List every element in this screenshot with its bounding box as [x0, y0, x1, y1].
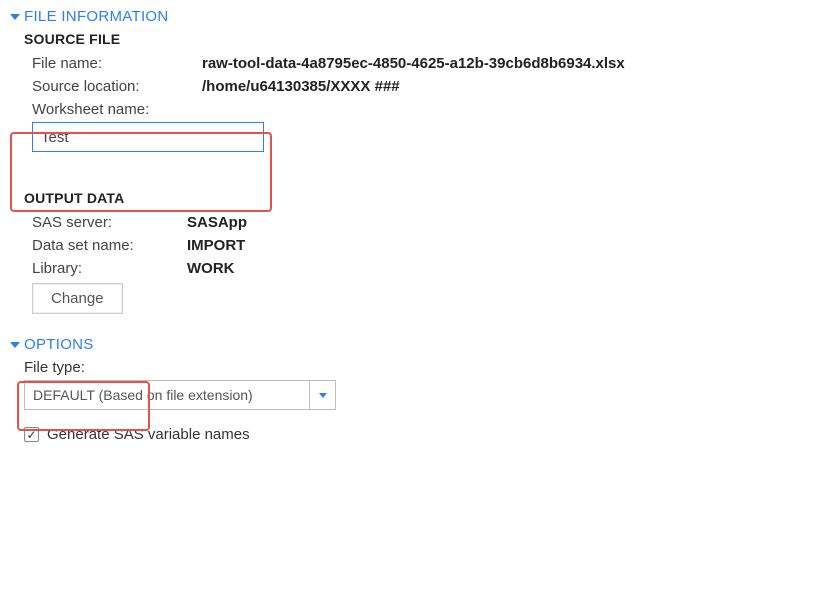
section-title: FILE INFORMATION: [24, 8, 169, 25]
library-row: Library: WORK: [32, 260, 825, 277]
output-data-heading: OUTPUT DATA: [24, 190, 825, 206]
collapse-icon: [10, 14, 20, 20]
worksheet-name-input[interactable]: [32, 122, 264, 152]
file-type-label: File type:: [24, 359, 825, 376]
file-name-value: raw-tool-data-4a8795ec-4850-4625-a12b-39…: [202, 55, 625, 72]
file-name-label: File name:: [32, 55, 202, 72]
section-title: OPTIONS: [24, 336, 94, 353]
library-label: Library:: [32, 260, 187, 277]
file-type-dropdown-button[interactable]: [309, 381, 335, 409]
source-file-heading: SOURCE FILE: [24, 31, 825, 47]
sas-server-value: SASApp: [187, 214, 247, 231]
file-information-header[interactable]: FILE INFORMATION: [10, 8, 825, 25]
dataset-name-label: Data set name:: [32, 237, 187, 254]
check-icon: ✓: [26, 429, 36, 441]
collapse-icon: [10, 342, 20, 348]
library-value: WORK: [187, 260, 235, 277]
sas-server-label: SAS server:: [32, 214, 187, 231]
chevron-down-icon: [319, 393, 327, 398]
sas-server-row: SAS server: SASApp: [32, 214, 825, 231]
generate-names-checkbox[interactable]: ✓: [24, 427, 39, 442]
source-location-row: Source location: /home/u64130385/XXXX ##…: [32, 78, 825, 95]
file-type-combobox[interactable]: DEFAULT (Based on file extension): [24, 380, 336, 410]
dataset-name-value: IMPORT: [187, 237, 245, 254]
worksheet-name-label: Worksheet name:: [32, 101, 825, 118]
source-location-label: Source location:: [32, 78, 202, 95]
worksheet-block: Worksheet name:: [32, 101, 825, 152]
change-button[interactable]: Change: [32, 283, 123, 314]
source-location-value: /home/u64130385/XXXX ###: [202, 78, 400, 95]
options-header[interactable]: OPTIONS: [10, 336, 825, 353]
dataset-name-row: Data set name: IMPORT: [32, 237, 825, 254]
file-type-value: DEFAULT (Based on file extension): [25, 387, 309, 403]
file-name-row: File name: raw-tool-data-4a8795ec-4850-4…: [32, 55, 825, 72]
generate-names-label: Generate SAS variable names: [47, 426, 250, 443]
